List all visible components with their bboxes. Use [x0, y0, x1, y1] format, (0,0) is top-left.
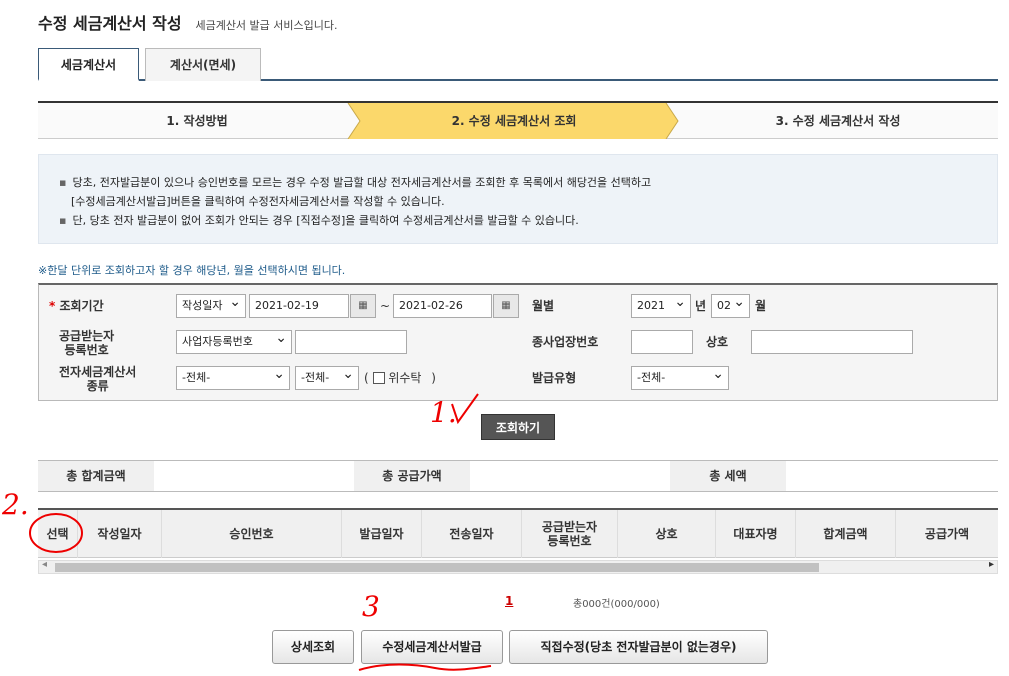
title-row: 수정 세금계산서 작성 세금계산서 발급 서비스입니다.: [38, 10, 338, 34]
issue-type-select[interactable]: -전체-: [631, 363, 729, 390]
result-grid-header: 선택 작성일자 승인번호 발급일자 전송일자 공급받는자 등록번호 상호 대표자…: [38, 508, 998, 558]
annotation-2: 2.: [2, 488, 29, 521]
search-panel: * 조회기간 작성일자 2021-02-19 ▦ ~ 2021-02-26 ▦ …: [38, 283, 998, 401]
entrust-group: ( 위수탁 ): [364, 371, 436, 385]
entrust-checkbox[interactable]: [372, 372, 385, 384]
scroll-thumb[interactable]: [55, 563, 819, 572]
annotation-underline: [358, 663, 492, 671]
year-select[interactable]: 2021: [631, 291, 691, 318]
date-from-input[interactable]: 2021-02-19: [249, 294, 349, 318]
scroll-left-icon[interactable]: ◂: [42, 559, 47, 570]
calendar-icon[interactable]: ▦: [493, 294, 519, 318]
tab-bar: 세금계산서 계산서(면세): [38, 48, 998, 81]
direct-edit-button[interactable]: 직접수정(당초 전자발급분이 없는경우): [509, 630, 768, 664]
period-label: * 조회기간: [49, 299, 104, 313]
detail-button[interactable]: 상세조회: [272, 630, 354, 664]
total-supply-value: [470, 461, 670, 491]
calendar-icon[interactable]: ▦: [350, 294, 376, 318]
info-line-1: ▪ 당초, 전자발급분이 있으나 승인번호를 모르는 경우 수정 발급할 대상 전…: [59, 176, 652, 189]
year-unit: 년: [695, 299, 707, 313]
col-company: 상호: [618, 510, 716, 558]
step-1: 1. 작성방법: [166, 114, 228, 128]
col-total: 합계금액: [796, 510, 896, 558]
page-link[interactable]: 1: [505, 594, 513, 608]
tab-tax-invoice[interactable]: 세금계산서: [38, 48, 139, 81]
month-select[interactable]: 02: [711, 291, 750, 318]
monthly-notice: ※한달 단위로 조회하고자 할 경우 해당년, 월을 선택하시면 됩니다.: [38, 264, 346, 277]
company-label: 상호: [706, 335, 729, 349]
date-type-select[interactable]: 작성일자: [176, 291, 246, 318]
col-approval-no: 승인번호: [162, 510, 342, 558]
result-count: 총000건(000/000): [573, 599, 660, 610]
company-input[interactable]: [751, 330, 913, 354]
annotation-3: 3: [362, 590, 380, 623]
buyer-reg-input[interactable]: [295, 330, 407, 354]
info-line-2: [수정세금계산서발급]버튼을 클릭하여 수정전자세금계산서를 작성할 수 있습니…: [71, 195, 445, 208]
search-button[interactable]: 조회하기: [481, 414, 555, 440]
sub-biz-input[interactable]: [631, 330, 693, 354]
annotation-check-mark: [451, 393, 479, 425]
issue-type-label: 발급유형: [532, 371, 577, 385]
amend-issue-button[interactable]: 수정세금계산서발급: [361, 630, 503, 664]
total-supply-label: 총 공급가액: [354, 461, 470, 491]
step-3: 3. 수정 세금계산서 작성: [775, 114, 901, 128]
date-to-input[interactable]: 2021-02-26: [393, 294, 492, 318]
kind-label: 전자세금계산서 종류: [59, 365, 137, 393]
col-buyer-reg: 공급받는자 등록번호: [522, 510, 618, 558]
kind-select-1[interactable]: -전체-: [176, 363, 290, 390]
step-indicator: 1. 작성방법 2. 수정 세금계산서 조회 3. 수정 세금계산서 작성: [38, 101, 998, 139]
totals-bar: 총 합계금액 총 공급가액 총 세액: [38, 460, 998, 492]
month-unit: 월: [755, 299, 767, 313]
col-send-date: 전송일자: [422, 510, 522, 558]
annotation-circle: [29, 513, 83, 553]
step-2-active: 2. 수정 세금계산서 조회: [451, 114, 577, 128]
total-sum-label: 총 합계금액: [38, 461, 154, 491]
page-title: 수정 세금계산서 작성: [38, 14, 182, 33]
buyer-reg-label: 공급받는자 등록번호: [59, 329, 115, 357]
horizontal-scrollbar[interactable]: ◂ ▸: [38, 559, 998, 574]
page-description: 세금계산서 발급 서비스입니다.: [195, 19, 338, 32]
info-line-3: ▪ 단, 당초 전자 발급분이 없어 조회가 안되는 경우 [직접수정]을 클릭하…: [59, 214, 579, 227]
tab-invoice-taxfree[interactable]: 계산서(면세): [145, 48, 261, 81]
scroll-right-icon[interactable]: ▸: [989, 559, 994, 570]
buyer-reg-type-select[interactable]: 사업자등록번호: [176, 327, 292, 354]
kind-select-2[interactable]: -전체-: [295, 363, 359, 390]
total-tax-value: [786, 461, 998, 491]
col-ceo: 대표자명: [716, 510, 796, 558]
total-sum-value: [154, 461, 354, 491]
col-write-date: 작성일자: [78, 510, 162, 558]
date-separator: ~: [380, 299, 391, 313]
monthly-label: 월별: [532, 299, 555, 313]
sub-biz-label: 종사업장번호: [532, 335, 599, 349]
info-box: ▪ 당초, 전자발급분이 있으나 승인번호를 모르는 경우 수정 발급할 대상 전…: [38, 154, 998, 244]
col-supply: 공급가액: [924, 527, 970, 541]
total-tax-label: 총 세액: [670, 461, 786, 491]
col-issue-date: 발급일자: [342, 510, 422, 558]
